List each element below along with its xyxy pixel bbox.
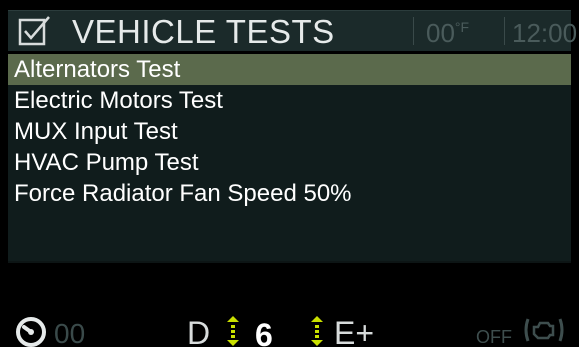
speed-readout: 00 [54, 318, 86, 347]
page-title: VEHICLE TESTS [72, 13, 335, 50]
header-divider [504, 17, 505, 45]
engine-icon [524, 318, 564, 342]
speedometer-icon [16, 317, 46, 347]
temperature-readout: 00°F [426, 19, 469, 47]
checkbox-icon [18, 16, 50, 46]
temperature-value: 00 [426, 18, 455, 48]
economy-mode: E+ [334, 315, 375, 347]
gear-up-down-arrows-icon [311, 316, 323, 346]
status-bar: 00 D 6 E+ OFF [0, 305, 579, 347]
menu-item-hvac-pump-test[interactable]: HVAC Pump Test [8, 147, 571, 178]
menu-item-mux-input-test[interactable]: MUX Input Test [8, 116, 571, 147]
menu-item-alternators-test[interactable]: Alternators Test [8, 54, 571, 85]
gear-up-down-arrows-icon [227, 316, 239, 346]
header-divider [413, 17, 414, 45]
vehicle-tests-screen: VEHICLE TESTS 00°F 12:00 Alternators Tes… [0, 0, 579, 347]
engine-state-label: OFF [476, 327, 512, 347]
test-menu-list: Alternators Test Electric Motors Test MU… [8, 54, 571, 261]
menu-item-electric-motors-test[interactable]: Electric Motors Test [8, 85, 571, 116]
gear-mode: D [187, 315, 211, 347]
temperature-unit: °F [454, 19, 470, 35]
clock: 12:00 [512, 18, 578, 48]
gear-number: 6 [255, 317, 273, 347]
header-bar: VEHICLE TESTS 00°F 12:00 [8, 10, 577, 51]
menu-item-force-radiator-fan-speed[interactable]: Force Radiator Fan Speed 50% [8, 178, 571, 209]
section-divider [8, 261, 571, 263]
